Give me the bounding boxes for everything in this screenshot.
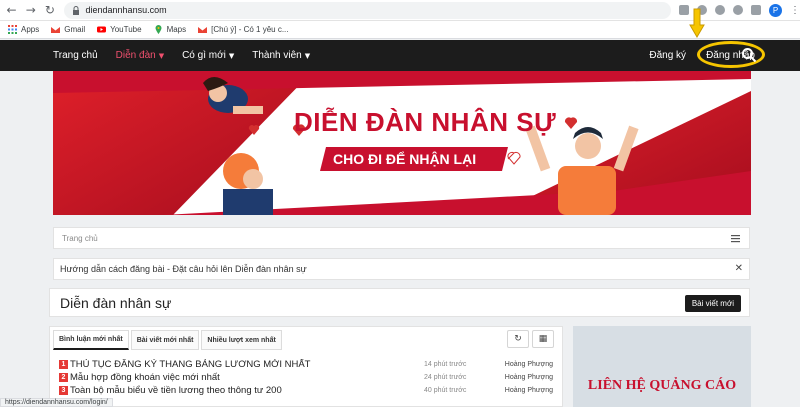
thread-time: 40 phút trước (424, 387, 467, 394)
search-icon[interactable] (741, 47, 757, 63)
page: ← → ↻ diendannhansu.com P ⋮ Apps Gmail Y… (0, 0, 800, 407)
back-icon[interactable]: ← (4, 2, 19, 18)
breadcrumb: Trang chủ (53, 227, 750, 249)
tab-latest-comments[interactable]: Bình luận mới nhất (53, 330, 129, 350)
apps-grid-icon (8, 25, 17, 34)
profile-avatar[interactable]: P (768, 3, 782, 17)
thread-title[interactable]: THỦ TỤC ĐĂNG KÝ THANG BẢNG LƯƠNG MỚI NHẤ… (70, 359, 410, 370)
banner-illustration (53, 71, 751, 215)
list-item[interactable]: 2 Mẫu hợp đồng khoán việc mới nhất 24 ph… (59, 371, 559, 384)
notice-link[interactable]: Hướng dẫn cách đăng bài - Đặt câu hỏi lê… (60, 264, 307, 274)
key-icon[interactable] (678, 5, 689, 15)
tab-most-viewed[interactable]: Nhiều lượt xem nhất (201, 330, 282, 350)
browser-toolbar: ← → ↻ diendannhansu.com P ⋮ (0, 0, 800, 21)
bookmark-youtube[interactable]: YouTube (97, 25, 142, 34)
ad-text: LIÊN HỆ QUẢNG CÁO (587, 378, 737, 393)
nav-item-whats-new[interactable]: Có gì mới ▼ (182, 50, 234, 61)
thread-title[interactable]: Mẫu hợp đồng khoán việc mới nhất (70, 372, 410, 383)
puzzle-icon[interactable] (750, 5, 761, 15)
thread-time: 14 phút trước (424, 361, 467, 368)
thread-author[interactable]: Hoàng Phượng (505, 374, 553, 381)
address-bar-url: diendannhansu.com (85, 5, 167, 15)
notice-banner: Hướng dẫn cách đăng bài - Đặt câu hỏi lê… (53, 258, 750, 280)
nav-item-forums[interactable]: Diễn đàn ▼ (116, 50, 164, 61)
maps-icon (155, 25, 162, 34)
advertisement[interactable]: LIÊN HỆ QUẢNG CÁO (573, 326, 751, 407)
chevron-down-icon: ▼ (228, 51, 235, 60)
chevron-down-icon: ▼ (304, 51, 311, 60)
rank-badge: 3 (59, 386, 68, 395)
thread-author[interactable]: Hoàng Phượng (505, 361, 553, 368)
banner-title: DIỄN ĐÀN NHÂN SỰ (294, 107, 557, 137)
browser-status-bar: https://diendannhansu.com/login/ (0, 398, 113, 407)
tab-latest-posts[interactable]: Bài viết mới nhất (130, 330, 200, 350)
hero-banner: DIỄN ĐÀN NHÂN SỰ CHO ĐI ĐỂ NHẬN LẠI (53, 71, 751, 215)
close-icon[interactable]: ✕ (735, 263, 743, 274)
bookmark-gmail-notice[interactable]: [Chú ý] - Có 1 yêu c... (198, 25, 289, 34)
list-item[interactable]: 3 Toàn bộ mẫu biểu về tiền lương theo th… (59, 384, 559, 397)
gmail-icon (198, 27, 208, 33)
nav-item-home[interactable]: Trang chủ (53, 50, 98, 61)
latest-threads-panel: Bình luận mới nhất Bài viết mới nhất Nhi… (49, 326, 563, 407)
settings-icon[interactable] (732, 5, 743, 15)
youtube-icon (97, 26, 107, 33)
nav-item-members[interactable]: Thành viên ▼ (252, 50, 310, 61)
extension-icon-2[interactable] (714, 5, 725, 15)
chevron-down-icon: ▼ (158, 51, 165, 60)
bookmark-gmail[interactable]: Gmail (51, 25, 85, 34)
register-link[interactable]: Đăng ký (649, 50, 686, 61)
thread-time: 24 phút trước (424, 374, 467, 381)
bookmark-maps[interactable]: Maps (154, 25, 186, 34)
more-menu-icon[interactable]: ⋮ (790, 5, 800, 16)
hamburger-menu-icon[interactable] (731, 234, 740, 243)
thread-list: 1 THỦ TỤC ĐĂNG KÝ THANG BẢNG LƯƠNG MỚI N… (59, 358, 559, 397)
site-navbar: Trang chủ Diễn đàn ▼ Có gì mới ▼ Thành viê… (0, 40, 800, 71)
rank-badge: 2 (59, 373, 68, 382)
bookmarks-bar: Apps Gmail YouTube Maps [Chú ý] - Có 1 y… (0, 21, 800, 39)
forward-icon[interactable]: → (23, 2, 38, 18)
bookmark-apps[interactable]: Apps (8, 25, 39, 34)
gmail-icon (51, 27, 61, 33)
banner-subtitle: CHO ĐI ĐỂ NHẬN LẠI (333, 151, 477, 167)
forum-header: Diễn đàn nhân sự Bài viết mới (49, 288, 750, 317)
thread-author[interactable]: Hoàng Phượng (505, 387, 553, 394)
layout-grid-icon[interactable]: ▦ (532, 330, 554, 348)
rank-badge: 1 (59, 360, 68, 369)
reload-icon[interactable]: ↻ (42, 2, 57, 18)
page-title: Diễn đàn nhân sự (60, 294, 172, 311)
breadcrumb-home-link[interactable]: Trang chủ (62, 234, 98, 243)
new-post-button[interactable]: Bài viết mới (684, 295, 741, 312)
list-item[interactable]: 1 THỦ TỤC ĐĂNG KÝ THANG BẢNG LƯƠNG MỚI N… (59, 358, 559, 371)
thread-title[interactable]: Toàn bộ mẫu biểu về tiền lương theo thôn… (70, 385, 410, 396)
address-bar[interactable]: diendannhansu.com (63, 1, 671, 19)
lock-icon (72, 5, 79, 15)
refresh-icon[interactable]: ↻ (507, 330, 529, 348)
arrow-down-icon (689, 8, 705, 38)
